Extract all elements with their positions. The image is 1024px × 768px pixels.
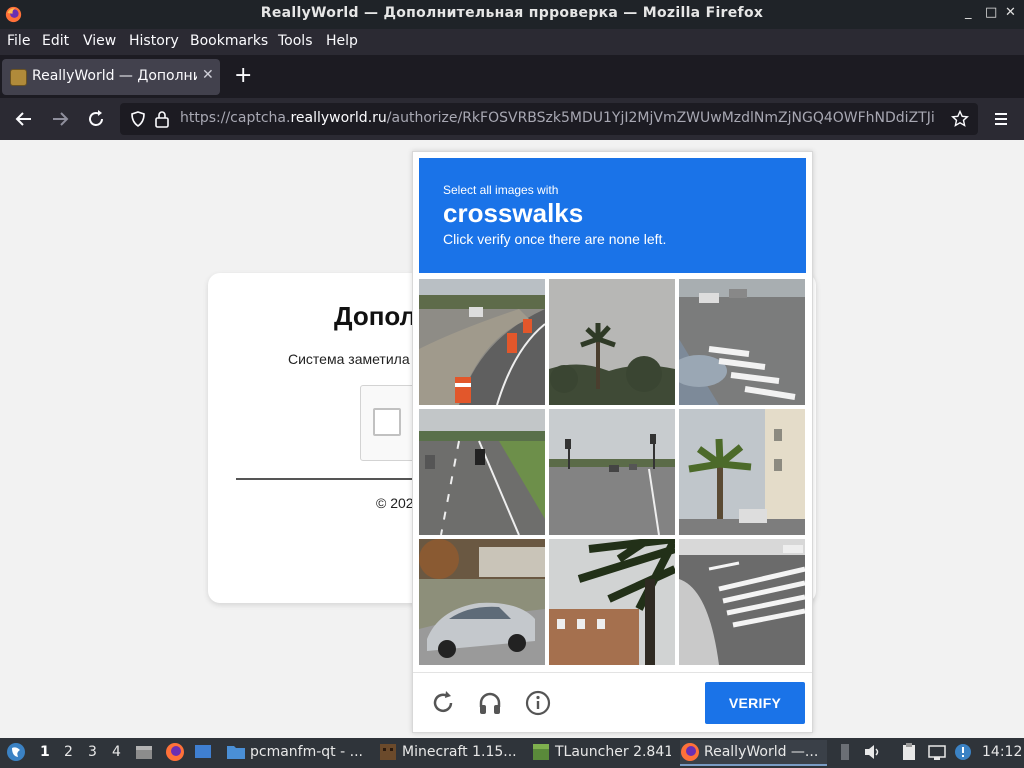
scroll-indicator-icon[interactable] — [835, 742, 855, 762]
task-reallyworld[interactable]: ReallyWorld —... — [680, 740, 827, 766]
task-pcmanfm[interactable]: pcmanfm-qt - ... — [226, 740, 366, 766]
task-minecraft[interactable]: Minecraft 1.15... — [378, 740, 523, 766]
minecraft-icon — [380, 744, 396, 760]
captcha-tile-palm-fronds[interactable] — [549, 539, 675, 665]
updates-icon[interactable] — [953, 742, 973, 762]
workspace-3[interactable]: 3 — [88, 744, 97, 760]
back-icon[interactable] — [13, 108, 35, 130]
volume-icon[interactable] — [862, 742, 882, 762]
headphones-icon[interactable] — [476, 689, 504, 717]
menu-history[interactable]: History — [129, 33, 179, 49]
info-icon[interactable] — [524, 689, 552, 717]
captcha-tile-intersection[interactable] — [549, 409, 675, 535]
tab-strip: ReallyWorld — Дополнит ✕ + — [0, 55, 1024, 98]
captcha-tile-street-crosswalk[interactable] — [679, 279, 805, 405]
lock-icon[interactable] — [154, 110, 170, 128]
captcha-tile-highway-motorcycle[interactable] — [419, 409, 545, 535]
url-domain: reallyworld.ru — [290, 110, 387, 126]
shield-icon[interactable] — [129, 110, 147, 128]
file-manager-launcher-icon[interactable] — [134, 742, 154, 762]
start-menu-icon[interactable] — [6, 742, 26, 762]
prompt-line1: Select all images with — [443, 183, 559, 197]
tab-reallyworld[interactable]: ReallyWorld — Дополнит ✕ — [2, 59, 220, 95]
prompt-keyword: crosswalks — [443, 198, 584, 228]
menu-tools[interactable]: Tools — [278, 33, 313, 49]
captcha-tile-crosswalk-corner[interactable] — [679, 539, 805, 665]
firefox-launcher-icon[interactable] — [165, 742, 185, 762]
copyright-text: © 202 — [376, 495, 414, 511]
refresh-icon[interactable] — [429, 689, 457, 717]
menu-bar: File Edit View History Bookmarks Tools H… — [0, 29, 1024, 55]
folder-icon — [227, 746, 245, 759]
task-label: ReallyWorld —... — [704, 744, 819, 760]
maximize-button[interactable]: □ — [985, 5, 997, 20]
bookmark-star-icon[interactable] — [951, 110, 969, 128]
task-label: pcmanfm-qt - ... — [250, 744, 363, 760]
navigation-bar: https://captcha.reallyworld.ru/authorize… — [0, 98, 1024, 140]
prompt-line3: Click verify once there are none left. — [443, 231, 667, 247]
hamburger-menu-icon[interactable] — [990, 108, 1012, 130]
minimize-button[interactable]: _ — [965, 5, 972, 20]
captcha-footer: VERIFY — [413, 672, 812, 732]
image-grid — [419, 279, 806, 666]
workspace-1[interactable]: 1 — [40, 744, 50, 760]
url-text[interactable]: https://captcha.reallyworld.ru/authorize… — [180, 110, 940, 126]
url-bar[interactable]: https://captcha.reallyworld.ru/authorize… — [120, 103, 978, 135]
page-subtext: Система заметила — [288, 351, 410, 367]
task-label: TLauncher 2.841 — [555, 744, 671, 760]
menu-edit[interactable]: Edit — [42, 33, 69, 49]
captcha-prompt: Select all images with crosswalks Click … — [419, 158, 806, 273]
menu-file[interactable]: File — [7, 33, 30, 49]
firefox-icon — [681, 743, 699, 761]
page-content: Допол Система заметила © 202 Select all … — [0, 140, 1024, 738]
url-path: /authorize/RkFOSVRBSzk5MDU1YjI2MjVmZWUwM… — [386, 110, 935, 126]
menu-view[interactable]: View — [83, 33, 116, 49]
captcha-checkbox[interactable] — [373, 408, 401, 436]
menu-help[interactable]: Help — [326, 33, 358, 49]
new-tab-button[interactable]: + — [234, 63, 252, 88]
reallyworld-favicon-icon — [10, 69, 27, 86]
clock[interactable]: 14:12 — [982, 744, 1022, 760]
captcha-tile-parked-car[interactable] — [419, 539, 545, 665]
desktop-launcher-icon[interactable] — [193, 742, 213, 762]
network-icon[interactable] — [927, 742, 947, 762]
captcha-tile-road-construction[interactable] — [419, 279, 545, 405]
workspace-2[interactable]: 2 — [64, 744, 73, 760]
url-prefix: https://captcha. — [180, 110, 291, 126]
menu-bookmarks[interactable]: Bookmarks — [190, 33, 268, 49]
close-window-button[interactable]: ✕ — [1005, 5, 1016, 20]
window-titlebar: ReallyWorld — Дополнительная прроверка —… — [0, 0, 1024, 29]
reload-icon[interactable] — [85, 108, 107, 130]
window-title: ReallyWorld — Дополнительная прроверка —… — [260, 5, 764, 21]
page-title: Допол — [334, 301, 417, 331]
captcha-tile-palm-building[interactable] — [679, 409, 805, 535]
taskbar: 1 2 3 4 pcmanfm-qt - ... Minecraft 1.15.… — [0, 738, 1024, 768]
workspace-4[interactable]: 4 — [112, 744, 121, 760]
task-label: Minecraft 1.15... — [402, 744, 517, 760]
verify-button[interactable]: VERIFY — [705, 682, 805, 724]
captcha-tile-palm-tree-sky[interactable] — [549, 279, 675, 405]
task-tlauncher[interactable]: TLauncher 2.841 — [531, 740, 671, 766]
tab-label: ReallyWorld — Дополнит — [32, 68, 197, 84]
clipboard-icon[interactable] — [899, 742, 919, 762]
captcha-challenge: Select all images with crosswalks Click … — [412, 151, 813, 733]
tab-close-icon[interactable]: ✕ — [202, 67, 214, 83]
forward-icon[interactable] — [49, 108, 71, 130]
tlauncher-icon — [533, 744, 549, 760]
